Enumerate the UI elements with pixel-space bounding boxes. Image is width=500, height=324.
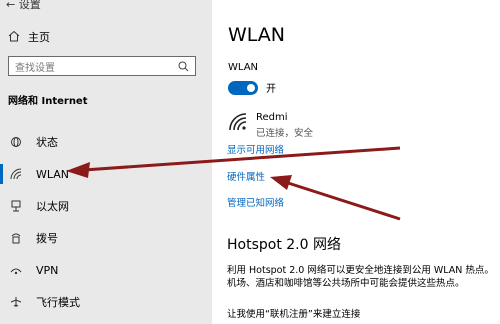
wlan-toggle-label: WLAN — [228, 62, 259, 73]
search-icon — [178, 57, 189, 76]
sidebar-item-label: VPN — [36, 263, 59, 277]
home-label: 主页 — [28, 30, 50, 44]
wifi-icon — [8, 166, 24, 182]
sidebar-item-label: 飞行模式 — [36, 296, 80, 309]
sidebar-item-wlan[interactable]: WLAN — [0, 158, 212, 190]
ethernet-icon — [8, 198, 24, 214]
online-signup-option[interactable]: 让我使用“联机注册”来建立连接 — [227, 306, 360, 320]
show-available-networks-link[interactable]: 显示可用网络 — [227, 142, 284, 156]
search-input[interactable]: 查找设置 — [8, 56, 196, 76]
sidebar-item-vpn[interactable]: VPN — [0, 254, 212, 286]
manage-known-networks-link[interactable]: 管理已知网络 — [227, 195, 284, 209]
back-arrow-icon[interactable]: ← — [6, 0, 15, 11]
globe-icon — [8, 134, 24, 150]
sidebar-item-ethernet[interactable]: 以太网 — [0, 190, 212, 222]
wlan-toggle[interactable] — [228, 80, 258, 95]
vpn-icon — [8, 262, 24, 278]
connected-network[interactable]: Redmi 已连接，安全 — [228, 112, 313, 139]
hotspot-section-title: Hotspot 2.0 网络 — [227, 237, 341, 253]
network-name: Redmi — [256, 112, 288, 123]
page-title: WLAN — [228, 24, 286, 46]
airplane-icon — [8, 294, 24, 310]
sidebar-item-label: 拨号 — [36, 232, 58, 245]
sidebar-home[interactable]: 主页 — [8, 27, 50, 46]
sidebar-item-dialup[interactable]: 拨号 — [0, 222, 212, 254]
dialup-icon — [8, 230, 24, 246]
wlan-toggle-row: 开 — [228, 80, 276, 95]
sidebar-item-label: 以太网 — [36, 200, 69, 213]
sidebar-item-label: 状态 — [36, 136, 58, 149]
settings-sidebar: ← 设置 主页 查找设置 网络和 Internet 状态 WLAN 以太网 拨号… — [0, 0, 212, 324]
network-status: 已连接，安全 — [256, 128, 314, 139]
hotspot-description: 利用 Hotspot 2.0 网络可以更安全地连接到公用 WLAN 热点。机场、… — [227, 265, 494, 289]
hardware-properties-link[interactable]: 硬件属性 — [227, 169, 265, 183]
sidebar-item-airplane[interactable]: 飞行模式 — [0, 286, 212, 318]
window-title-fragment: ← 设置 — [6, 0, 41, 11]
wifi-signal-icon — [228, 112, 248, 139]
search-placeholder: 查找设置 — [15, 62, 55, 74]
home-icon — [8, 27, 20, 46]
section-header: 网络和 Internet — [8, 96, 88, 107]
sidebar-item-status[interactable]: 状态 — [0, 126, 212, 158]
sidebar-item-label: WLAN — [36, 167, 70, 181]
sidebar-nav: 状态 WLAN 以太网 拨号 VPN 飞行模式 — [0, 126, 212, 318]
wlan-page: WLAN WLAN 开 Redmi 已连接，安全 显示可用网络 硬件属性 管理已… — [212, 0, 500, 324]
toggle-state-text: 开 — [266, 84, 276, 95]
